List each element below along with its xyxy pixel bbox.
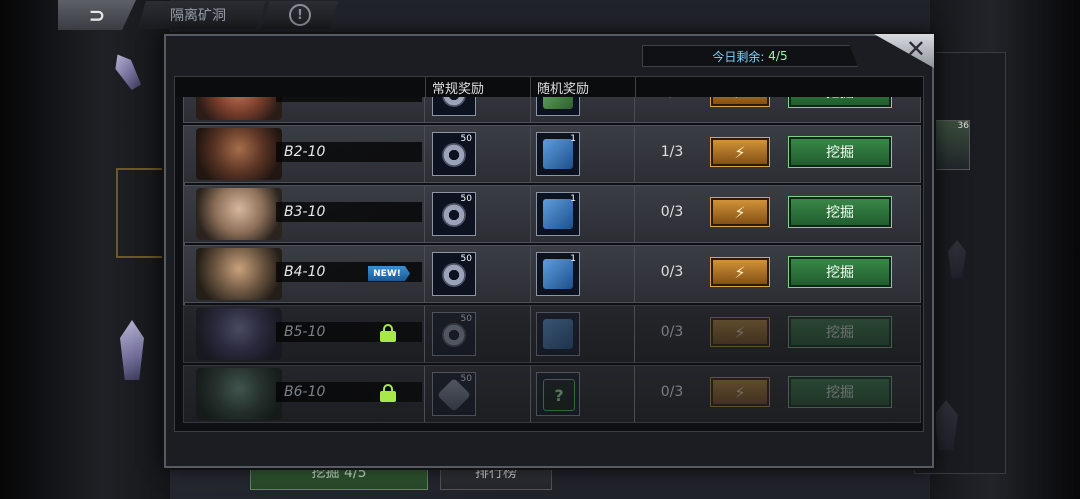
lightning-bolt-icon: ⚡	[734, 202, 746, 222]
table-header: 常规奖励 随机奖励	[175, 77, 923, 97]
new-badge: NEW!	[368, 266, 410, 281]
table-row: B3-10 50 1 0/3 ⚡ 挖掘	[183, 185, 921, 243]
regular-reward-item[interactable]: 50	[432, 312, 476, 356]
lightning-bolt-icon: ⚡	[734, 382, 746, 402]
gear-icon	[442, 323, 466, 347]
stage-table[interactable]: 常规奖励 随机奖励 B1-102510/3⚡挖掘B2-105011/3⚡挖掘B3…	[174, 76, 924, 432]
reward-count: 50	[460, 314, 472, 324]
dig-button[interactable]: 挖掘	[788, 376, 892, 408]
cell-divider	[634, 186, 635, 242]
random-reward-item[interactable]: ?	[536, 372, 580, 416]
cell-divider	[424, 126, 425, 182]
attempts-progress: 0/3	[660, 264, 684, 280]
remaining-value: 4/5	[768, 49, 788, 63]
gear-icon	[442, 203, 466, 227]
blueprint-icon	[543, 199, 573, 229]
back-button[interactable]: ⊃	[58, 0, 136, 30]
reward-count: 1	[570, 134, 576, 144]
sweep-button[interactable]: ⚡	[710, 197, 770, 227]
page-title: 隔离矿洞	[138, 1, 266, 29]
table-row: B6-10 50? 0/3 ⚡ 挖掘	[183, 365, 921, 423]
attempts-progress: 0/3	[660, 204, 684, 220]
regular-reward-item[interactable]: 50	[432, 372, 476, 416]
attempts-progress: 1/3	[660, 144, 684, 160]
boss-portrait	[196, 308, 282, 360]
mystery-icon: ?	[543, 379, 575, 411]
back-arrow-icon: ⊃	[88, 3, 106, 27]
cell-divider	[634, 126, 635, 182]
remaining-counter: 今日剩余: 4/5	[642, 45, 858, 67]
close-button[interactable]: ✕	[874, 34, 934, 68]
boss-portrait	[196, 188, 282, 240]
cell-divider	[530, 126, 531, 182]
attempts-progress: 0/3	[660, 384, 684, 400]
random-reward-item[interactable]: 1	[536, 192, 580, 236]
sweep-button[interactable]: ⚡	[710, 137, 770, 167]
lightning-bolt-icon: ⚡	[734, 262, 746, 282]
header-random-reward: 随机奖励	[531, 77, 636, 97]
lightning-bolt-icon: ⚡	[734, 322, 746, 342]
top-bar: ⊃ 隔离矿洞 !	[58, 0, 338, 30]
table-row: B2-10 50 1 1/3 ⚡ 挖掘	[183, 125, 921, 183]
stage-label: B5-10	[284, 324, 326, 340]
cell-divider	[530, 246, 531, 302]
reward-count: 1	[570, 194, 576, 204]
gear-icon	[442, 263, 466, 287]
attempts-progress: 0/3	[660, 324, 684, 340]
padlock-icon	[380, 324, 396, 342]
stage-label: B6-10	[284, 384, 326, 400]
side-hero-avatar: 36	[930, 120, 970, 170]
boss-portrait	[196, 248, 282, 300]
header-regular-reward: 常规奖励	[426, 77, 531, 97]
cell-divider	[424, 366, 425, 422]
header-spacer	[175, 77, 426, 97]
random-reward-item[interactable]: 1	[536, 252, 580, 296]
cell-divider	[424, 186, 425, 242]
random-reward-item[interactable]	[536, 312, 580, 356]
reward-count: 50	[460, 194, 472, 204]
dig-button[interactable]: 挖掘	[788, 196, 892, 228]
padlock-icon	[380, 384, 396, 402]
cell-divider	[424, 246, 425, 302]
reward-count: 50	[460, 254, 472, 264]
reward-count: 1	[570, 254, 576, 264]
reward-count: 50	[460, 134, 472, 144]
cell-divider	[634, 306, 635, 362]
info-button[interactable]: !	[262, 1, 338, 29]
table-row: B4-10 NEW! 50 1 0/3 ⚡ 挖掘	[183, 245, 921, 303]
sweep-button[interactable]: ⚡	[710, 317, 770, 347]
cell-divider	[530, 306, 531, 362]
cell-divider	[424, 306, 425, 362]
table-row: B5-10 50 0/3 ⚡ 挖掘	[183, 305, 921, 363]
cell-divider	[634, 366, 635, 422]
regular-reward-item[interactable]: 50	[432, 192, 476, 236]
boss-portrait	[196, 128, 282, 180]
close-icon: ✕	[905, 35, 926, 63]
mining-modal: ✕ 今日剩余: 4/5 常规奖励 随机奖励 B1-102510/3⚡挖掘B2-1…	[164, 34, 934, 468]
dig-button[interactable]: 挖掘	[788, 136, 892, 168]
regular-reward-item[interactable]: 50	[432, 252, 476, 296]
lightning-bolt-icon: ⚡	[734, 142, 746, 162]
cell-divider	[530, 186, 531, 242]
avatar-count: 36	[957, 121, 969, 131]
stage-label: B2-10	[284, 144, 326, 160]
sweep-button[interactable]: ⚡	[710, 257, 770, 287]
dig-button[interactable]: 挖掘	[788, 316, 892, 348]
cell-divider	[530, 366, 531, 422]
random-reward-item[interactable]: 1	[536, 132, 580, 176]
reward-count: 50	[460, 374, 472, 384]
cell-divider	[634, 246, 635, 302]
stage-label: B4-10	[284, 264, 326, 280]
blueprint-icon	[543, 319, 573, 349]
gear-icon	[442, 143, 466, 167]
regular-reward-item[interactable]: 50	[432, 132, 476, 176]
sweep-button[interactable]: ⚡	[710, 377, 770, 407]
remaining-label: 今日剩余:	[712, 49, 765, 64]
info-icon: !	[289, 4, 311, 26]
blueprint-icon	[543, 139, 573, 169]
boss-portrait	[196, 368, 282, 420]
stage-label: B3-10	[284, 204, 326, 220]
blueprint-icon	[543, 259, 573, 289]
dig-button[interactable]: 挖掘	[788, 256, 892, 288]
